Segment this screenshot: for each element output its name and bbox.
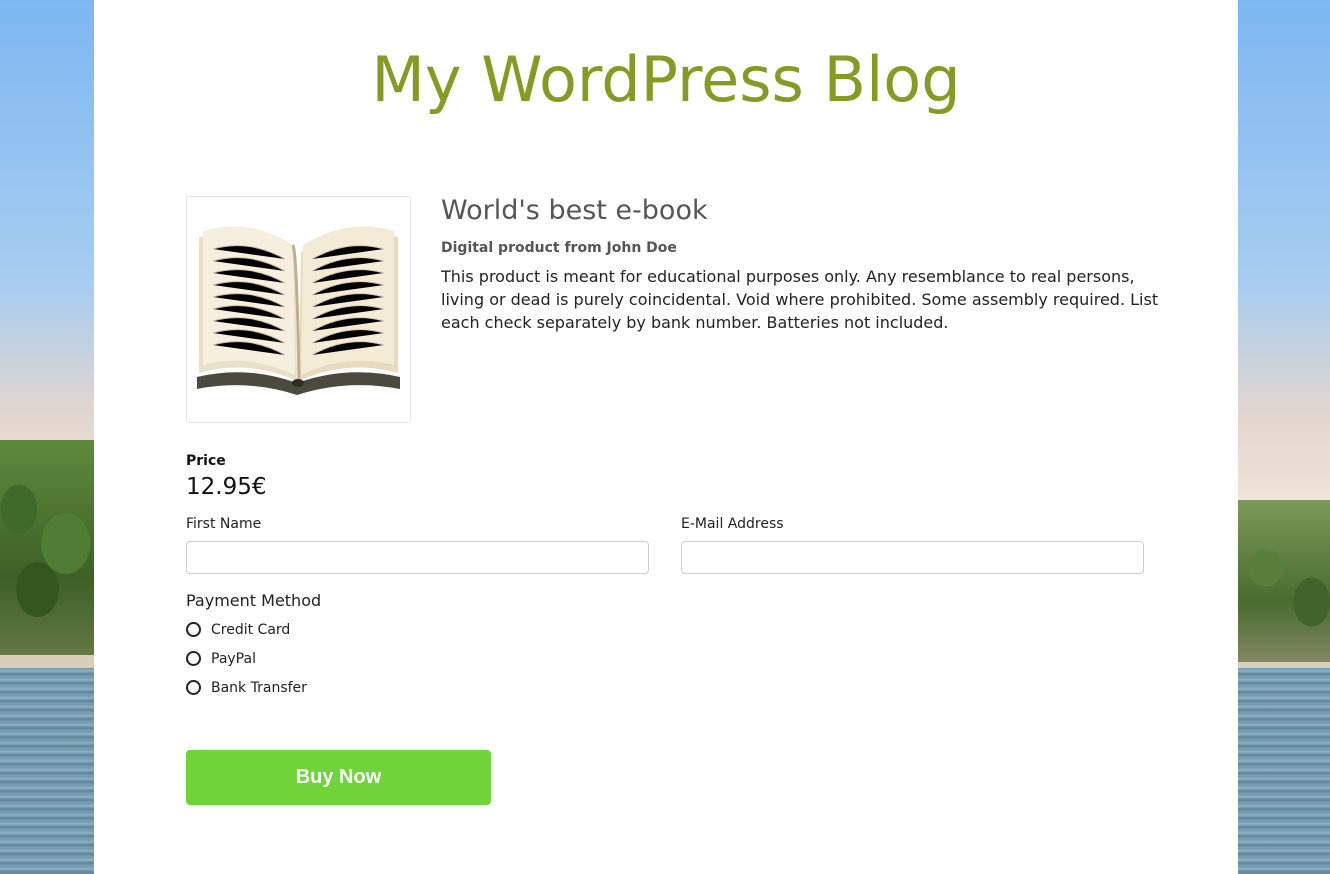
price-label: Price bbox=[186, 453, 226, 469]
background-left bbox=[0, 0, 94, 874]
price-value: 12.95€ bbox=[186, 474, 267, 500]
page-content: My WordPress Blog World's best e-book Di… bbox=[94, 0, 1238, 874]
first-name-input[interactable] bbox=[186, 541, 649, 574]
open-book-image bbox=[187, 197, 410, 422]
buy-now-button[interactable]: Buy Now bbox=[186, 750, 491, 805]
payment-option-paypal[interactable]: PayPal bbox=[186, 650, 256, 667]
radio-button[interactable] bbox=[186, 621, 201, 637]
payment-option-bank-transfer[interactable]: Bank Transfer bbox=[186, 679, 307, 696]
payment-option-label: Credit Card bbox=[211, 622, 291, 638]
payment-option-credit-card[interactable]: Credit Card bbox=[186, 621, 291, 638]
product-subtitle: Digital product from John Doe bbox=[441, 240, 677, 256]
site-title[interactable]: My WordPress Blog bbox=[94, 40, 1238, 120]
payment-option-label: PayPal bbox=[211, 651, 256, 667]
first-name-label: First Name bbox=[186, 516, 262, 532]
payment-method-title: Payment Method bbox=[186, 591, 322, 610]
radio-button[interactable] bbox=[186, 679, 201, 695]
background-right bbox=[1238, 0, 1330, 874]
email-input[interactable] bbox=[681, 541, 1144, 574]
product-description: This product is meant for educational pu… bbox=[441, 267, 1159, 332]
product-image bbox=[186, 196, 411, 423]
radio-button[interactable] bbox=[186, 650, 201, 666]
payment-option-label: Bank Transfer bbox=[211, 680, 307, 696]
email-label: E-Mail Address bbox=[681, 516, 784, 532]
product-title: World's best e-book bbox=[441, 195, 708, 226]
